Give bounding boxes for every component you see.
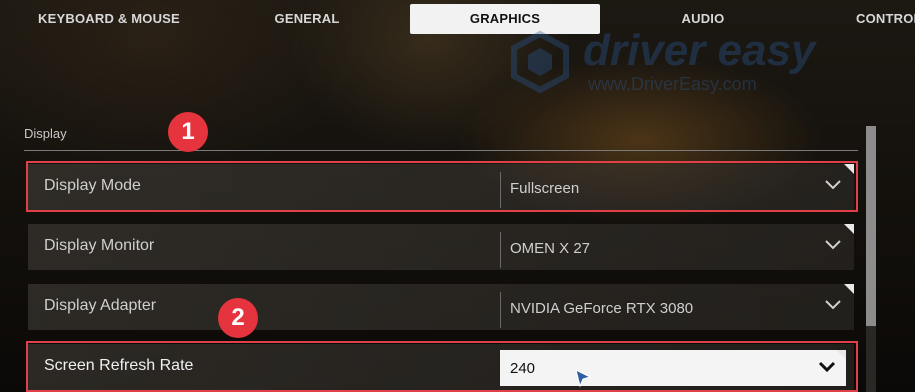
scrollbar-thumb[interactable] (866, 126, 876, 326)
step-badge-2: 2 (218, 298, 258, 338)
corner-marker (844, 284, 854, 294)
watermark-title: driver easy (583, 26, 816, 75)
setting-label: Display Adapter (44, 297, 157, 314)
tab-general[interactable]: GENERAL (262, 4, 352, 34)
dropdown-value: NVIDIA GeForce RTX 3080 (510, 300, 694, 317)
display-adapter-dropdown[interactable]: NVIDIA GeForce RTX 3080 (500, 284, 854, 330)
display-monitor-dropdown[interactable]: OMEN X 27 (500, 224, 854, 270)
tab-keyboard-mouse[interactable]: KEYBOARD & MOUSE (24, 4, 194, 34)
section-divider (24, 150, 858, 151)
watermark-url: www.DriverEasy.com (588, 74, 757, 94)
settings-scrollbar[interactable] (866, 126, 876, 392)
section-title-display: Display (24, 126, 67, 141)
dropdown-value: OMEN X 27 (510, 240, 591, 257)
setting-row-display-adapter[interactable]: Display Adapter NVIDIA GeForce RTX 3080 (28, 284, 854, 330)
highlight-box-screen-refresh-rate (26, 341, 858, 392)
setting-row-display-monitor[interactable]: Display Monitor OMEN X 27 (28, 224, 854, 270)
chevron-down-icon (825, 300, 841, 310)
tab-controller[interactable]: CONTROLLER (856, 4, 915, 34)
chevron-down-icon (825, 240, 841, 250)
highlight-box-display-mode (26, 161, 858, 212)
driver-easy-logo-icon (511, 30, 569, 94)
corner-marker (844, 224, 854, 234)
setting-label: Display Monitor (44, 237, 155, 254)
mouse-pointer-icon (575, 369, 592, 388)
step-badge-1: 1 (168, 112, 208, 152)
driver-easy-watermark: driver easy www.DriverEasy.com (508, 24, 815, 104)
